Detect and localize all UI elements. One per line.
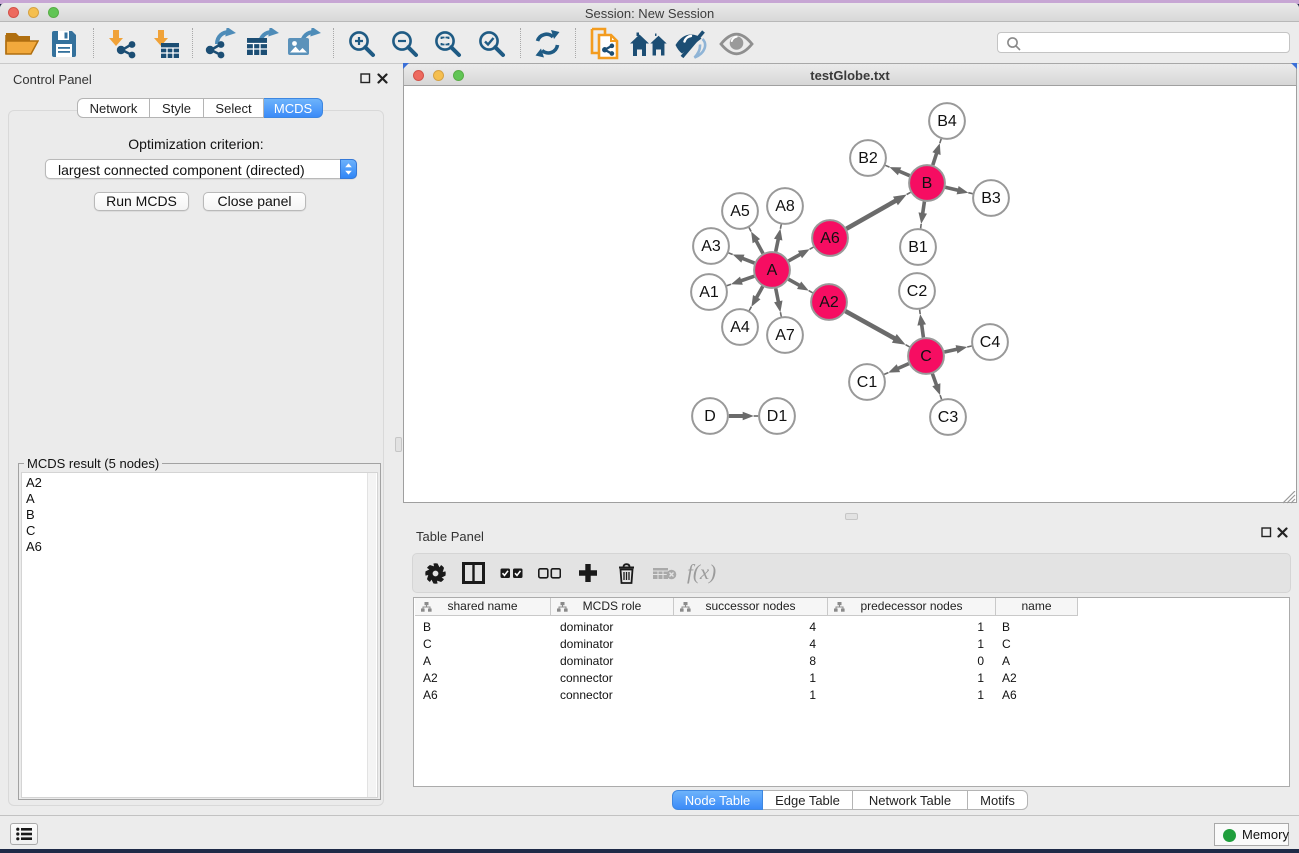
svg-text:B1: B1	[908, 239, 928, 256]
svg-text:A1: A1	[699, 284, 719, 301]
svg-text:D: D	[704, 408, 716, 425]
svg-text:A5: A5	[730, 203, 750, 220]
svg-text:A7: A7	[775, 327, 795, 344]
svg-text:C2: C2	[907, 283, 928, 300]
svg-text:B4: B4	[937, 113, 957, 130]
svg-text:A4: A4	[730, 319, 750, 336]
svg-text:A8: A8	[775, 198, 795, 215]
svg-text:A6: A6	[820, 230, 840, 247]
svg-text:C1: C1	[857, 374, 878, 391]
svg-text:B3: B3	[981, 190, 1001, 207]
svg-text:C3: C3	[938, 409, 959, 426]
svg-text:C: C	[920, 348, 932, 365]
svg-text:A2: A2	[819, 294, 839, 311]
svg-text:B: B	[922, 175, 933, 192]
svg-text:B2: B2	[858, 150, 878, 167]
svg-text:C4: C4	[980, 334, 1001, 351]
svg-text:D1: D1	[767, 408, 788, 425]
svg-text:A3: A3	[701, 238, 721, 255]
svg-text:A: A	[767, 262, 778, 279]
